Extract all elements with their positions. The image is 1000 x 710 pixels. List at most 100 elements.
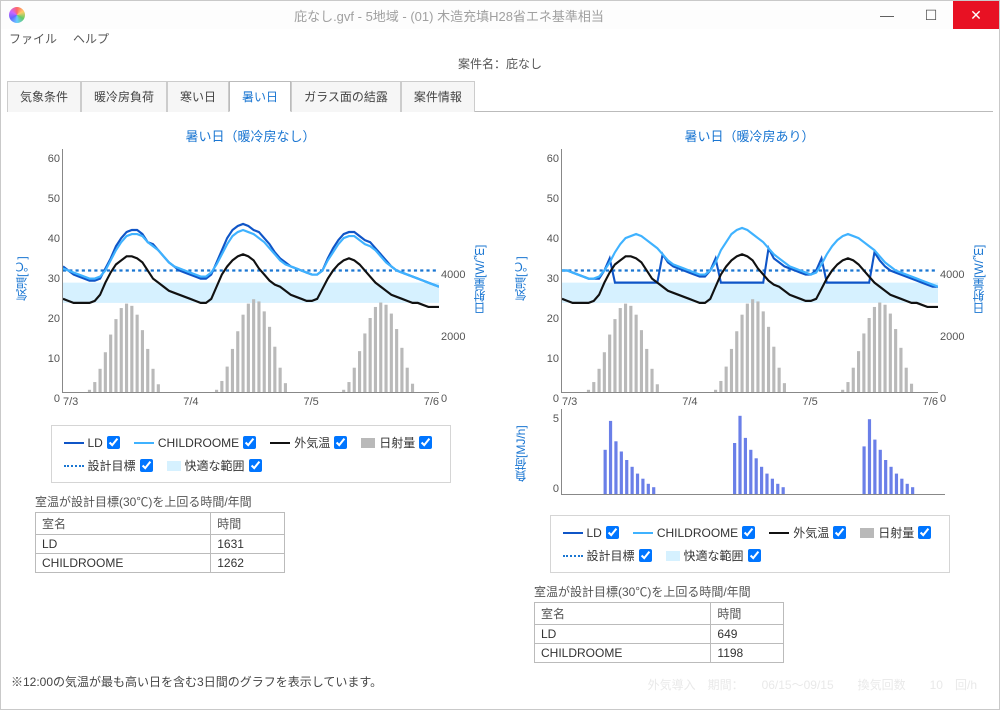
legend-radiation-checkbox[interactable] — [918, 526, 931, 539]
tab-hvac-load[interactable]: 暖冷房負荷 — [81, 81, 167, 112]
ytick: 60 — [48, 153, 60, 165]
legend-outside: 外気温 — [270, 434, 347, 451]
maximize-button[interactable]: ☐ — [909, 1, 953, 29]
legend-target-checkbox[interactable] — [639, 549, 652, 562]
close-button[interactable]: ✕ — [953, 1, 999, 29]
menu-file[interactable]: ファイル — [9, 30, 57, 47]
legend-comfort-checkbox[interactable] — [249, 459, 262, 472]
legend-ld-checkbox[interactable] — [606, 526, 619, 539]
ytick: 2000 — [441, 331, 465, 343]
ylabel-temp-right: 気温[℃] — [510, 149, 531, 409]
legend-label: 快適な範囲 — [185, 457, 245, 474]
chart-svg-load — [562, 409, 945, 494]
y2label-rad-left: 日射量[W/㎡] — [469, 149, 490, 409]
summary-table-left: 室名時間 LD1631 CHILDROOME1262 — [35, 512, 285, 573]
yaxis-left-right: 60 50 40 30 20 10 0 — [531, 149, 561, 409]
plot-load — [561, 409, 945, 495]
td-room: LD — [36, 535, 211, 554]
td-room: CHILDROOME — [535, 644, 711, 663]
td-room: LD — [535, 625, 711, 644]
chart-col-right: 暑い日（暖冷房あり） 気温[℃] 60 50 40 30 20 10 0 — [510, 120, 989, 663]
chart-left: 気温[℃] 60 50 40 30 20 10 0 — [11, 149, 490, 409]
swatch-block — [361, 438, 375, 448]
ytick: 50 — [48, 193, 60, 205]
tab-condensation[interactable]: ガラス面の結露 — [291, 81, 401, 112]
tab-info[interactable]: 案件情報 — [401, 81, 475, 112]
legend-left: LD CHILDROOME 外気温 日射量 設計目標 快適な範囲 — [51, 425, 451, 483]
ytick: 30 — [48, 273, 60, 285]
td-room: CHILDROOME — [36, 554, 211, 573]
y2label-rad-right: 日射量[W/㎡] — [968, 149, 989, 409]
chart-svg-left — [63, 149, 439, 392]
th-hours: 時間 — [211, 513, 285, 535]
legend-label: 設計目標 — [587, 547, 635, 564]
legend-radiation-checkbox[interactable] — [419, 436, 432, 449]
legend-ld: LD — [563, 524, 619, 541]
table-row: LD649 — [535, 625, 784, 644]
xtick: 7/4 — [682, 396, 697, 408]
swatch-line — [134, 442, 154, 444]
xtick: 7/3 — [63, 396, 78, 408]
menubar: ファイル ヘルプ — [1, 29, 999, 47]
ytick: 10 — [48, 353, 60, 365]
legend-label: 快適な範囲 — [684, 547, 744, 564]
xtick: 7/4 — [183, 396, 198, 408]
legend-ld: LD — [64, 434, 120, 451]
swatch-line — [270, 442, 290, 444]
swatch-line — [769, 532, 789, 534]
plot-right: 7/3 7/4 7/5 7/6 — [561, 149, 938, 393]
window-title: 庇なし.gvf - 5地域 - (01) 木造充填H28省エネ基準相当 — [33, 6, 865, 25]
ytick: 4000 — [940, 269, 964, 281]
case-name: 庇なし — [506, 57, 542, 71]
chart-col-left: 暑い日（暖冷房なし） 気温[℃] 60 50 40 30 20 10 0 — [11, 120, 490, 663]
chart-right: 気温[℃] 60 50 40 30 20 10 0 — [510, 149, 989, 409]
case-name-row: 案件名：庇なし — [7, 51, 993, 80]
legend-label: CHILDROOME — [657, 526, 738, 540]
legend-comfort: 快適な範囲 — [666, 547, 761, 564]
td-hours: 1262 — [211, 554, 285, 573]
ytick: 20 — [547, 313, 559, 325]
th-room: 室名 — [535, 603, 711, 625]
chart-title-right: 暑い日（暖冷房あり） — [510, 126, 989, 145]
ytick: 50 — [547, 193, 559, 205]
td-hours: 1198 — [711, 644, 784, 663]
chart-title-left: 暑い日（暖冷房なし） — [11, 126, 490, 145]
legend-radiation: 日射量 — [860, 524, 931, 541]
ytick: 0 — [553, 393, 559, 405]
app-window: 庇なし.gvf - 5地域 - (01) 木造充填H28省エネ基準相当 — ☐ … — [0, 0, 1000, 710]
swatch-line — [563, 532, 583, 534]
legend-label: 外気温 — [294, 434, 330, 451]
charts-row: 暑い日（暖冷房なし） 気温[℃] 60 50 40 30 20 10 0 — [11, 120, 989, 663]
legend-label: 外気温 — [793, 524, 829, 541]
minimize-button[interactable]: — — [865, 1, 909, 29]
case-label: 案件名： — [458, 57, 506, 71]
xtick: 7/5 — [303, 396, 318, 408]
app-icon — [9, 7, 25, 23]
legend-target: 設計目標 — [64, 457, 153, 474]
legend-label: LD — [587, 526, 602, 540]
legend-child-checkbox[interactable] — [742, 526, 755, 539]
menu-help[interactable]: ヘルプ — [73, 30, 109, 47]
swatch-dash — [64, 465, 84, 467]
legend-target-checkbox[interactable] — [140, 459, 153, 472]
xticks-right: 7/3 7/4 7/5 7/6 — [562, 396, 938, 408]
legend-comfort: 快適な範囲 — [167, 457, 262, 474]
legend-child: CHILDROOME — [134, 434, 256, 451]
tab-hot-day[interactable]: 暑い日 — [229, 81, 291, 112]
legend-child-checkbox[interactable] — [243, 436, 256, 449]
ytick: 30 — [547, 273, 559, 285]
legend-outside-checkbox[interactable] — [334, 436, 347, 449]
spacer — [975, 409, 989, 499]
legend-comfort-checkbox[interactable] — [748, 549, 761, 562]
swatch-block — [167, 461, 181, 471]
legend-outside-checkbox[interactable] — [833, 526, 846, 539]
tab-weather[interactable]: 気象条件 — [7, 81, 81, 112]
yaxis-right-right: 4000 2000 0 — [938, 149, 968, 409]
chart-load: 負荷[MJ/h] 5 0 — [510, 409, 989, 499]
ytick: 4000 — [441, 269, 465, 281]
tab-cold-day[interactable]: 寒い日 — [167, 81, 229, 112]
ytick: 20 — [48, 313, 60, 325]
legend-label: 日射量 — [379, 434, 415, 451]
legend-ld-checkbox[interactable] — [107, 436, 120, 449]
legend-outside: 外気温 — [769, 524, 846, 541]
